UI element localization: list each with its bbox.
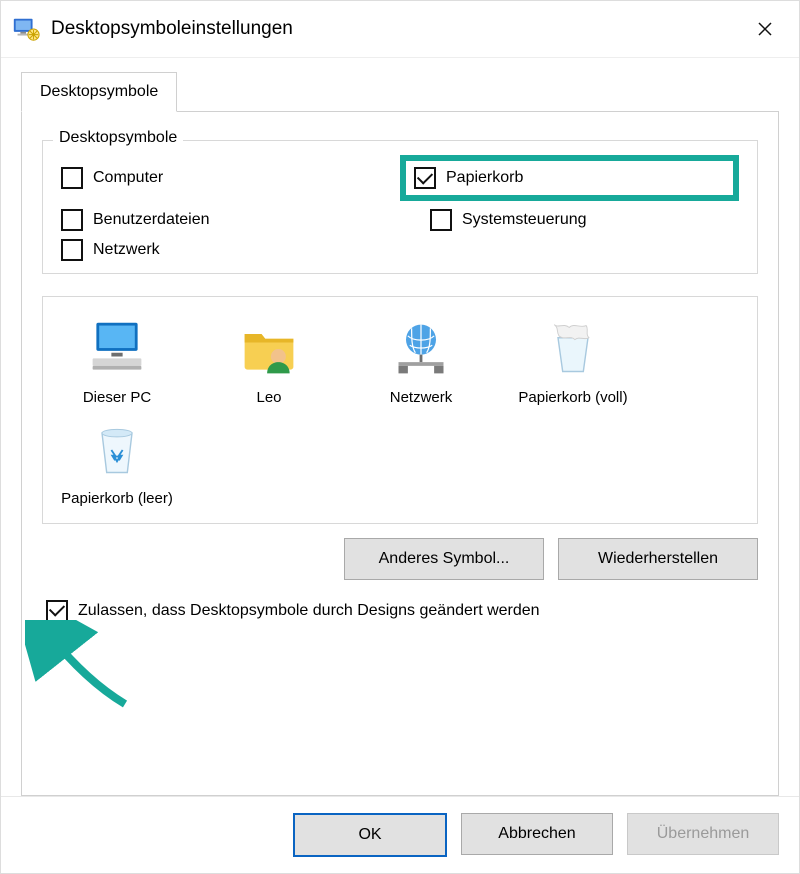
user-folder-icon bbox=[237, 317, 301, 381]
restore-default-button[interactable]: Wiederherstellen bbox=[558, 538, 758, 580]
recycle-bin-empty-icon bbox=[85, 418, 149, 482]
group-title: Desktopsymbole bbox=[53, 129, 183, 147]
ok-button[interactable]: OK bbox=[293, 813, 447, 857]
apply-button: Übernehmen bbox=[627, 813, 779, 855]
checkbox-label-netzwerk: Netzwerk bbox=[93, 241, 160, 259]
checkbox-label-papierkorb: Papierkorb bbox=[446, 169, 523, 187]
close-button[interactable] bbox=[741, 5, 789, 53]
icon-item-pc[interactable]: Dieser PC bbox=[53, 317, 181, 408]
icon-grid: Dieser PC Leo bbox=[53, 317, 747, 509]
titlebar: Desktopsymboleinstellungen bbox=[1, 1, 799, 58]
desktop-settings-icon bbox=[11, 14, 41, 44]
checkbox-papierkorb[interactable] bbox=[414, 167, 436, 189]
recycle-bin-full-icon bbox=[541, 317, 605, 381]
icon-label: Dieser PC bbox=[83, 389, 151, 408]
checkbox-computer[interactable] bbox=[61, 167, 83, 189]
icon-preview-area: Dieser PC Leo bbox=[42, 296, 758, 524]
dialog-window: Desktopsymboleinstellungen Desktopsymbol… bbox=[0, 0, 800, 874]
icon-item-network[interactable]: Netzwerk bbox=[357, 317, 485, 408]
icon-label: Leo bbox=[256, 389, 281, 408]
checkbox-row-papierkorb[interactable]: Papierkorb bbox=[400, 155, 739, 201]
checkbox-label-systemsteuerung: Systemsteuerung bbox=[462, 211, 587, 229]
icon-label: Netzwerk bbox=[390, 389, 453, 408]
icon-label: Papierkorb (leer) bbox=[61, 490, 173, 509]
checkbox-label-benutzerdateien: Benutzerdateien bbox=[93, 211, 210, 229]
checkbox-row-systemsteuerung[interactable]: Systemsteuerung bbox=[400, 209, 739, 231]
dialog-body: Desktopsymbole Desktopsymbole Computer P… bbox=[1, 58, 799, 796]
checkbox-allow-themes[interactable] bbox=[46, 600, 68, 622]
tab-panel: Desktopsymbole Computer Papierkorb bbox=[21, 111, 779, 796]
cancel-button[interactable]: Abbrechen bbox=[461, 813, 613, 855]
checkbox-highlight-papierkorb: Papierkorb bbox=[400, 155, 739, 201]
this-pc-icon bbox=[85, 317, 149, 381]
icon-item-user[interactable]: Leo bbox=[205, 317, 333, 408]
checkbox-grid: Computer Papierkorb Benutzerdateien bbox=[61, 155, 739, 261]
checkbox-row-netzwerk[interactable]: Netzwerk bbox=[61, 239, 400, 261]
checkbox-label-computer: Computer bbox=[93, 169, 163, 187]
allow-themes-label: Zulassen, dass Desktopsymbole durch Desi… bbox=[78, 602, 540, 620]
icon-label: Papierkorb (voll) bbox=[518, 389, 627, 408]
network-icon bbox=[389, 317, 453, 381]
checkbox-row-benutzerdateien[interactable]: Benutzerdateien bbox=[61, 209, 400, 231]
checkbox-benutzerdateien[interactable] bbox=[61, 209, 83, 231]
checkbox-systemsteuerung[interactable] bbox=[430, 209, 452, 231]
icon-action-buttons: Anderes Symbol... Wiederherstellen bbox=[42, 538, 758, 580]
dialog-title: Desktopsymboleinstellungen bbox=[51, 18, 741, 40]
dialog-footer: OK Abbrechen Übernehmen bbox=[1, 796, 799, 873]
checkbox-netzwerk[interactable] bbox=[61, 239, 83, 261]
change-icon-button[interactable]: Anderes Symbol... bbox=[344, 538, 544, 580]
checkbox-row-computer[interactable]: Computer bbox=[61, 167, 400, 189]
icon-item-recycle-full[interactable]: Papierkorb (voll) bbox=[509, 317, 637, 408]
tabstrip: Desktopsymbole bbox=[21, 72, 779, 111]
tab-desktopsymbole[interactable]: Desktopsymbole bbox=[21, 72, 177, 112]
group-desktopsymbole: Desktopsymbole Computer Papierkorb bbox=[42, 140, 758, 274]
allow-themes-row[interactable]: Zulassen, dass Desktopsymbole durch Desi… bbox=[46, 600, 758, 622]
icon-item-recycle-empty[interactable]: Papierkorb (leer) bbox=[53, 418, 181, 509]
